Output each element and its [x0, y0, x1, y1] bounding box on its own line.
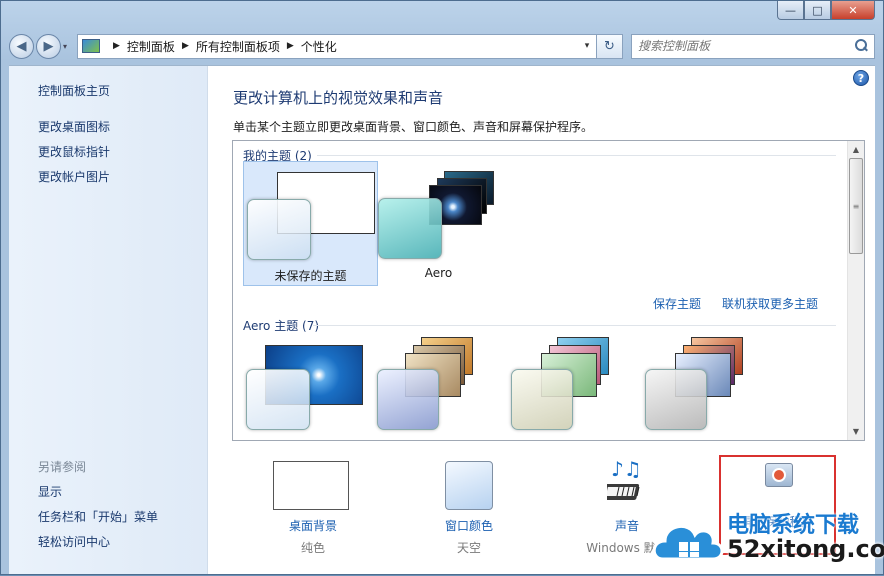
breadcrumb-all-items[interactable]: 所有控制面板项: [196, 38, 280, 55]
theme-label: 未保存的主题: [274, 269, 347, 283]
see-also-ease-of-access[interactable]: 轻松访问中心: [38, 533, 110, 550]
theme-architecture[interactable]: [377, 337, 512, 440]
forward-button[interactable]: ▶: [36, 33, 61, 59]
theme-window-preview: [247, 199, 311, 260]
site-watermark: 电脑系统下载 52xitong.com: [649, 501, 884, 573]
scroll-down-arrow[interactable]: ▼: [848, 423, 864, 440]
sidebar-control-panel-home[interactable]: 控制面板主页: [38, 82, 110, 99]
desktop-background-preview: [273, 461, 349, 510]
sidebar: 控制面板主页 更改桌面图标 更改鼠标指针 更改帐户图片 另请参阅 显示 任务栏和…: [9, 66, 208, 574]
theme-aero[interactable]: Aero: [371, 161, 506, 286]
breadcrumb-control-panel[interactable]: 控制面板: [127, 38, 175, 55]
scroll-up-arrow[interactable]: ▲: [848, 141, 864, 158]
address-bar[interactable]: ▶ 控制面板 ▶ 所有控制面板项 ▶ 个性化 ▾: [77, 33, 597, 59]
breadcrumb-personalization[interactable]: 个性化: [301, 38, 337, 55]
get-more-themes-link[interactable]: 联机获取更多主题: [722, 295, 818, 312]
page-description: 单击某个主题立即更改桌面背景、窗口颜色、声音和屏幕保护程序。: [233, 120, 594, 134]
window-color-swatch: [445, 461, 493, 510]
address-dropdown[interactable]: ▾: [578, 41, 596, 51]
recent-pages-dropdown[interactable]: ▾: [63, 42, 73, 51]
window-color-value: 天空: [456, 541, 481, 555]
help-icon[interactable]: ?: [853, 70, 869, 86]
minimize-button[interactable]: —: [777, 1, 804, 20]
see-also-taskbar[interactable]: 任务栏和「开始」菜单: [38, 508, 158, 525]
save-theme-link[interactable]: 保存主题: [653, 295, 701, 312]
close-button[interactable]: ✕: [831, 1, 875, 20]
window-color-label[interactable]: 窗口颜色: [409, 517, 529, 534]
desktop-background-value: 纯色: [300, 541, 325, 555]
control-panel-icon: [82, 39, 100, 53]
content-area: 控制面板主页 更改桌面图标 更改鼠标指针 更改帐户图片 另请参阅 显示 任务栏和…: [9, 65, 875, 574]
navigation-bar: ◀ ▶ ▾ ▶ 控制面板 ▶ 所有控制面板项 ▶ 个性化 ▾ ↻: [9, 31, 875, 61]
theme-characters[interactable]: [511, 337, 646, 440]
scroll-thumb[interactable]: ≡: [849, 158, 863, 254]
main-panel: ? 更改计算机上的视觉效果和声音 单击某个主题立即更改桌面背景、窗口颜色、声音和…: [209, 66, 875, 574]
see-also-display[interactable]: 显示: [38, 483, 62, 500]
maximize-button[interactable]: □: [804, 1, 831, 20]
theme-list: 我的主题 (2) 未保存的主题 Aero 保存主题 联机获取更多主题 Aero …: [232, 140, 865, 441]
sidebar-item-desktop-icons[interactable]: 更改桌面图标: [38, 118, 110, 135]
svg-text:♪♫: ♪♫: [611, 458, 642, 481]
search-icon[interactable]: [854, 39, 868, 53]
back-button[interactable]: ◀: [9, 33, 34, 59]
page-title: 更改计算机上的视觉效果和声音: [233, 89, 444, 107]
watermark-url: 52xitong.com: [727, 535, 884, 563]
refresh-button[interactable]: ↻: [597, 33, 623, 59]
search-input[interactable]: [638, 39, 854, 53]
theme-label: Aero: [424, 266, 453, 280]
see-also-header: 另请参阅: [38, 460, 87, 474]
screensaver-icon: [765, 463, 793, 487]
desktop-background-label[interactable]: 桌面背景: [253, 517, 373, 534]
theme-windows-7[interactable]: [243, 337, 378, 440]
sound-icon: ♪♫: [602, 457, 651, 508]
aero-themes-header[interactable]: Aero 主题 (7): [243, 317, 319, 334]
theme-unsaved[interactable]: 未保存的主题: [243, 161, 378, 286]
breadcrumb: ▶ 控制面板 ▶ 所有控制面板项 ▶ 个性化: [113, 38, 337, 55]
sidebar-item-account-picture[interactable]: 更改帐户图片: [38, 168, 110, 185]
search-box[interactable]: [631, 33, 875, 59]
caption-buttons: — □ ✕: [777, 1, 875, 20]
theme-list-scrollbar[interactable]: ▲ ≡ ▼: [847, 141, 864, 440]
sidebar-item-mouse-pointer[interactable]: 更改鼠标指针: [38, 143, 110, 160]
personalization-window: — □ ✕ ◀ ▶ ▾ ▶ 控制面板 ▶ 所有控制面板项 ▶ 个性化 ▾ ↻ 搜…: [0, 0, 884, 575]
theme-landscapes[interactable]: [645, 337, 780, 440]
